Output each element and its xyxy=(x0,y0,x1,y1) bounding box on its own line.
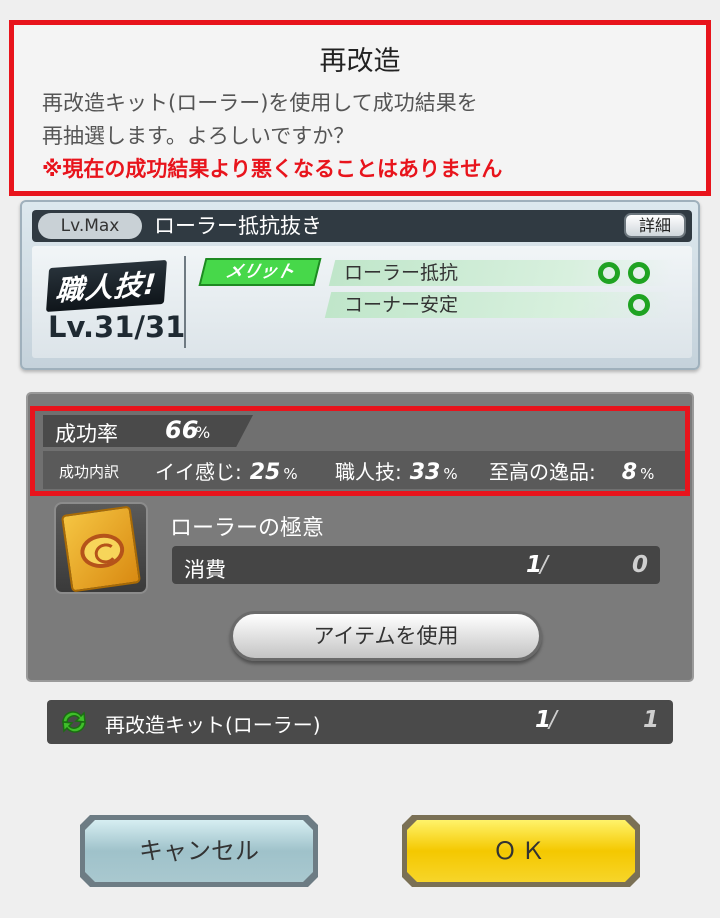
merit-tag: メリット xyxy=(198,258,322,286)
ok-button-label: ＯＫ xyxy=(407,820,635,882)
skill-header: Lv.Max ローラー抵抗抜き 詳細 xyxy=(32,210,692,242)
success-rate-label: 成功率 xyxy=(55,422,118,446)
breakdown-item-unit: % xyxy=(640,465,655,483)
breakdown-strip: 成功内訳 イイ感じ: 25% 職人技: 33% 至高の逸品: 8% xyxy=(43,451,685,489)
success-rate-box: 成功率 66 % 成功内訳 イイ感じ: 25% 職人技: 33% 至高の逸品: 8% xyxy=(30,406,690,496)
effect-label: ローラー抵抗 xyxy=(344,262,459,284)
skill-name: ローラー抵抗抜き xyxy=(154,214,322,238)
cancel-button[interactable]: キャンセル xyxy=(80,815,318,887)
level-badge: Lv.Max xyxy=(38,213,142,239)
consume-slash: / xyxy=(540,552,548,578)
breakdown-item: 至高の逸品: 8% xyxy=(489,456,654,485)
divider xyxy=(184,256,186,348)
success-rate-unit: % xyxy=(195,423,211,442)
roller-secret-book-icon xyxy=(54,502,148,594)
breakdown-item-unit: % xyxy=(443,465,458,483)
kit-name: 再改造キット(ローラー) xyxy=(105,713,321,737)
skill-card: Lv.Max ローラー抵抗抜き 詳細 職人技! Lv.31/31 メリット ロー… xyxy=(20,200,700,370)
kit-total: 1 xyxy=(642,707,659,733)
item-name: ローラーの極意 xyxy=(170,516,325,541)
breakdown-item: イイ感じ: 25% xyxy=(155,456,298,485)
craft-level: Lv.31/31 xyxy=(48,310,186,344)
breakdown-item-label: 職人技: xyxy=(335,460,402,484)
breakdown-label: 成功内訳 xyxy=(59,463,120,481)
dialog-warning: ※現在の成功結果より悪くなることはありません xyxy=(42,157,503,181)
breakdown-item-value: 33 xyxy=(409,460,441,485)
breakdown-item-value: 25 xyxy=(249,460,281,485)
use-item-button[interactable]: アイテムを使用 xyxy=(230,611,542,661)
cancel-button-label: キャンセル xyxy=(85,820,313,882)
effect-label: コーナー安定 xyxy=(344,294,459,316)
emblem-icon xyxy=(78,530,127,571)
recycle-icon xyxy=(62,711,86,733)
consume-need: 0 xyxy=(631,552,648,578)
breakdown-item: 職人技: 33% xyxy=(335,456,458,485)
circle-rating-icon xyxy=(598,262,620,284)
kit-slash: / xyxy=(549,707,557,733)
consume-bar: 消費 1 / 0 xyxy=(172,546,660,584)
book-icon xyxy=(60,505,142,593)
success-rate-value: 66 xyxy=(165,416,199,444)
detail-button[interactable]: 詳細 xyxy=(624,213,686,238)
breakdown-item-value: 8 xyxy=(621,460,638,485)
craft-logo: 職人技! xyxy=(46,259,167,313)
remodel-kit-bar: 再改造キット(ローラー) 1 / 1 xyxy=(47,700,673,744)
ok-button[interactable]: ＯＫ xyxy=(402,815,640,887)
breakdown-item-unit: % xyxy=(283,465,298,483)
circle-rating-icon xyxy=(628,294,650,316)
skill-body: 職人技! Lv.31/31 メリット ローラー抵抗 コーナー安定 xyxy=(32,246,692,358)
consume-label: 消費 xyxy=(184,558,226,582)
dialog-message: 再改造キット(ローラー)を使用して成功結果を 再抽選します。よろしいですか？ xyxy=(42,91,478,148)
breakdown-item-label: 至高の逸品: xyxy=(489,460,596,484)
circle-rating-icon xyxy=(628,262,650,284)
breakdown-item-label: イイ感じ: xyxy=(155,460,242,484)
dialog-title: 再改造 xyxy=(319,46,401,77)
confirm-message-box: 再改造 再改造キット(ローラー)を使用して成功結果を 再抽選します。よろしいです… xyxy=(9,20,711,196)
